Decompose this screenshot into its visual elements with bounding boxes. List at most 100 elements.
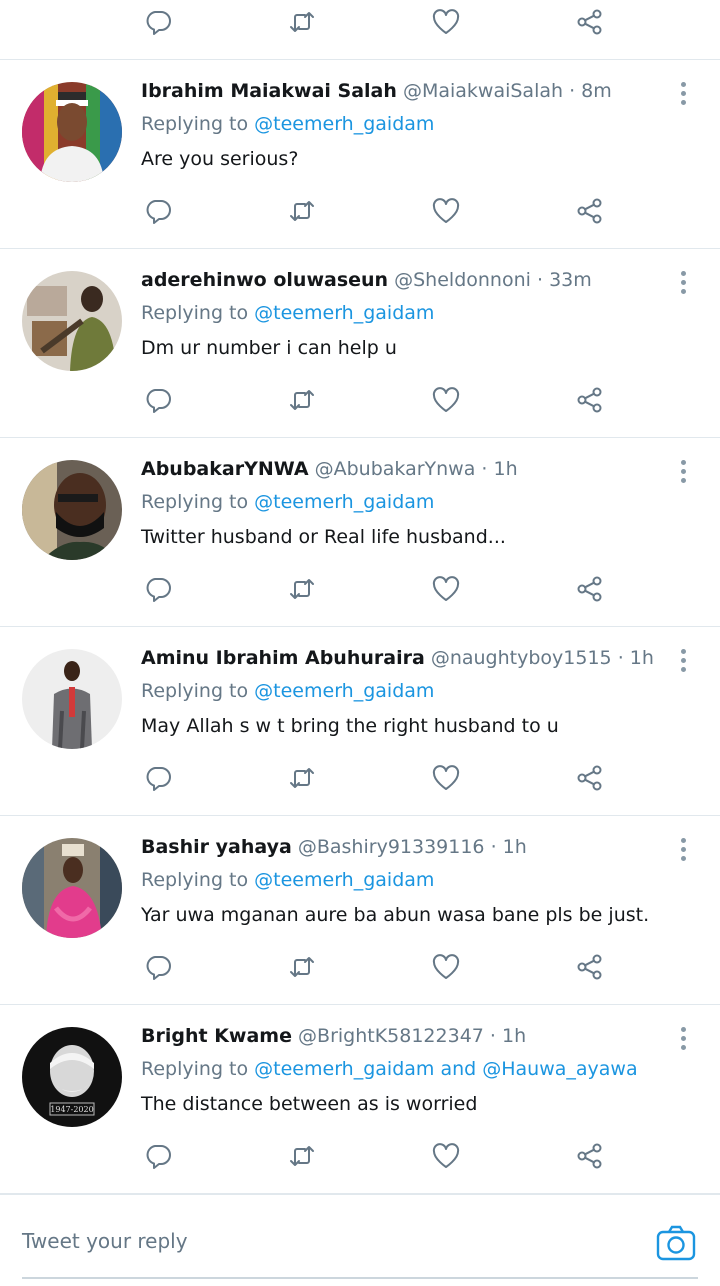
user-handle[interactable]: @Sheldonnoni xyxy=(394,269,531,291)
user-handle[interactable]: @MaiakwaiSalah xyxy=(403,80,563,102)
more-options-button[interactable] xyxy=(668,267,698,297)
more-dot xyxy=(680,270,686,276)
replying-label: Replying to xyxy=(141,1058,249,1080)
like-button[interactable] xyxy=(426,569,466,609)
share-button[interactable] xyxy=(570,2,610,42)
replying-to-line: Replying to @teemerh_gaidam xyxy=(141,491,434,513)
like-button[interactable] xyxy=(426,2,466,42)
display-name[interactable]: Ibrahim Maiakwai Salah xyxy=(141,80,397,102)
share-button[interactable] xyxy=(570,1136,610,1176)
avatar[interactable] xyxy=(22,271,122,371)
user-handle[interactable]: @AbubakarYnwa xyxy=(315,458,476,480)
reply-button[interactable] xyxy=(138,380,178,420)
share-button[interactable] xyxy=(570,758,610,798)
replying-label: Replying to xyxy=(141,869,249,891)
more-options-button[interactable] xyxy=(668,834,698,864)
more-dot xyxy=(680,477,686,483)
separator-dot: · xyxy=(489,1025,496,1047)
more-options-button[interactable] xyxy=(668,645,698,675)
heart-icon xyxy=(432,198,460,223)
mention-link[interactable]: @teemerh_gaidam xyxy=(254,491,434,513)
timestamp[interactable]: 33m xyxy=(549,269,592,291)
display-name[interactable]: aderehinwo oluwaseun xyxy=(141,269,388,291)
reply-button[interactable] xyxy=(138,2,178,42)
separator-dot: · xyxy=(569,80,576,102)
retweet-icon xyxy=(290,957,314,977)
reply-tweet[interactable]: Bashir yahaya @Bashiry91339116 · 1h Repl… xyxy=(0,816,720,1005)
more-dot xyxy=(680,837,686,843)
avatar[interactable] xyxy=(22,82,122,182)
share-button[interactable] xyxy=(570,191,610,231)
more-options-button[interactable] xyxy=(668,456,698,486)
replying-to-line: Replying to @teemerh_gaidam xyxy=(141,680,434,702)
tweet-text: The distance between as is worried xyxy=(141,1093,478,1115)
mention-link[interactable]: @teemerh_gaidam and @Hauwa_ayawa xyxy=(254,1058,637,1080)
retweet-button[interactable] xyxy=(282,758,322,798)
display-name[interactable]: Bright Kwame xyxy=(141,1025,292,1047)
avatar[interactable] xyxy=(22,838,122,938)
timestamp[interactable]: 1h xyxy=(630,647,654,669)
avatar[interactable] xyxy=(22,649,122,749)
avatar[interactable]: 1947-2020 xyxy=(22,1027,122,1127)
user-handle[interactable]: @Bashiry91339116 xyxy=(298,836,485,858)
retweet-icon xyxy=(290,579,314,599)
mention-link[interactable]: @teemerh_gaidam xyxy=(254,680,434,702)
reply-button[interactable] xyxy=(138,191,178,231)
like-button[interactable] xyxy=(426,191,466,231)
tweet-header: Bashir yahaya @Bashiry91339116 · 1h xyxy=(141,836,661,858)
display-name[interactable]: Aminu Ibrahim Abuhuraira xyxy=(141,647,425,669)
user-handle[interactable]: @naughtyboy1515 xyxy=(431,647,612,669)
display-name[interactable]: AbubakarYNWA xyxy=(141,458,309,480)
like-button[interactable] xyxy=(426,947,466,987)
retweet-button[interactable] xyxy=(282,380,322,420)
action-bar xyxy=(0,569,720,609)
reply-button[interactable] xyxy=(138,947,178,987)
share-button[interactable] xyxy=(570,569,610,609)
like-button[interactable] xyxy=(426,380,466,420)
retweet-button[interactable] xyxy=(282,1136,322,1176)
heart-icon xyxy=(432,1143,460,1168)
timestamp[interactable]: 8m xyxy=(581,80,612,102)
share-icon xyxy=(577,576,602,602)
share-button[interactable] xyxy=(570,380,610,420)
mention-link[interactable]: @teemerh_gaidam xyxy=(254,113,434,135)
share-button[interactable] xyxy=(570,947,610,987)
mention-link[interactable]: @teemerh_gaidam xyxy=(254,302,434,324)
avatar[interactable] xyxy=(22,460,122,560)
reply-tweet[interactable]: Aminu Ibrahim Abuhuraira @naughtyboy1515… xyxy=(0,627,720,816)
display-name[interactable]: Bashir yahaya xyxy=(141,836,292,858)
mention-link[interactable]: @teemerh_gaidam xyxy=(254,869,434,891)
camera-button[interactable] xyxy=(655,1223,697,1263)
timestamp[interactable]: 1h xyxy=(494,458,518,480)
more-dot xyxy=(680,1044,686,1050)
timestamp[interactable]: 1h xyxy=(502,1025,526,1047)
retweet-button[interactable] xyxy=(282,191,322,231)
more-dot xyxy=(680,846,686,852)
retweet-button[interactable] xyxy=(282,569,322,609)
more-dot xyxy=(680,81,686,87)
reply-tweet[interactable]: aderehinwo oluwaseun @Sheldonnoni · 33m … xyxy=(0,249,720,438)
like-button[interactable] xyxy=(426,1136,466,1176)
more-options-button[interactable] xyxy=(668,1023,698,1053)
action-bar xyxy=(0,380,720,420)
reply-tweet[interactable]: 1947-2020 Bright Kwame @BrightK58122347 … xyxy=(0,1005,720,1194)
more-options-button[interactable] xyxy=(668,78,698,108)
reply-tweet[interactable]: Ibrahim Maiakwai Salah @MaiakwaiSalah · … xyxy=(0,60,720,249)
retweet-icon xyxy=(290,390,314,410)
timestamp[interactable]: 1h xyxy=(503,836,527,858)
retweet-icon xyxy=(290,201,314,221)
tweet-reply-input[interactable]: Tweet your reply xyxy=(22,1229,188,1253)
retweet-button[interactable] xyxy=(282,947,322,987)
reply-tweet[interactable]: AbubakarYNWA @AbubakarYnwa · 1h Replying… xyxy=(0,438,720,627)
user-handle[interactable]: @BrightK58122347 xyxy=(298,1025,484,1047)
tweet-header: AbubakarYNWA @AbubakarYnwa · 1h xyxy=(141,458,661,480)
reply-icon xyxy=(146,1145,171,1169)
reply-button[interactable] xyxy=(138,758,178,798)
reply-button[interactable] xyxy=(138,1136,178,1176)
tweet-header: Bright Kwame @BrightK58122347 · 1h xyxy=(141,1025,661,1047)
retweet-button[interactable] xyxy=(282,2,322,42)
reply-composer: Tweet your reply xyxy=(0,1193,720,1286)
like-button[interactable] xyxy=(426,758,466,798)
reply-icon xyxy=(146,956,171,980)
reply-button[interactable] xyxy=(138,569,178,609)
